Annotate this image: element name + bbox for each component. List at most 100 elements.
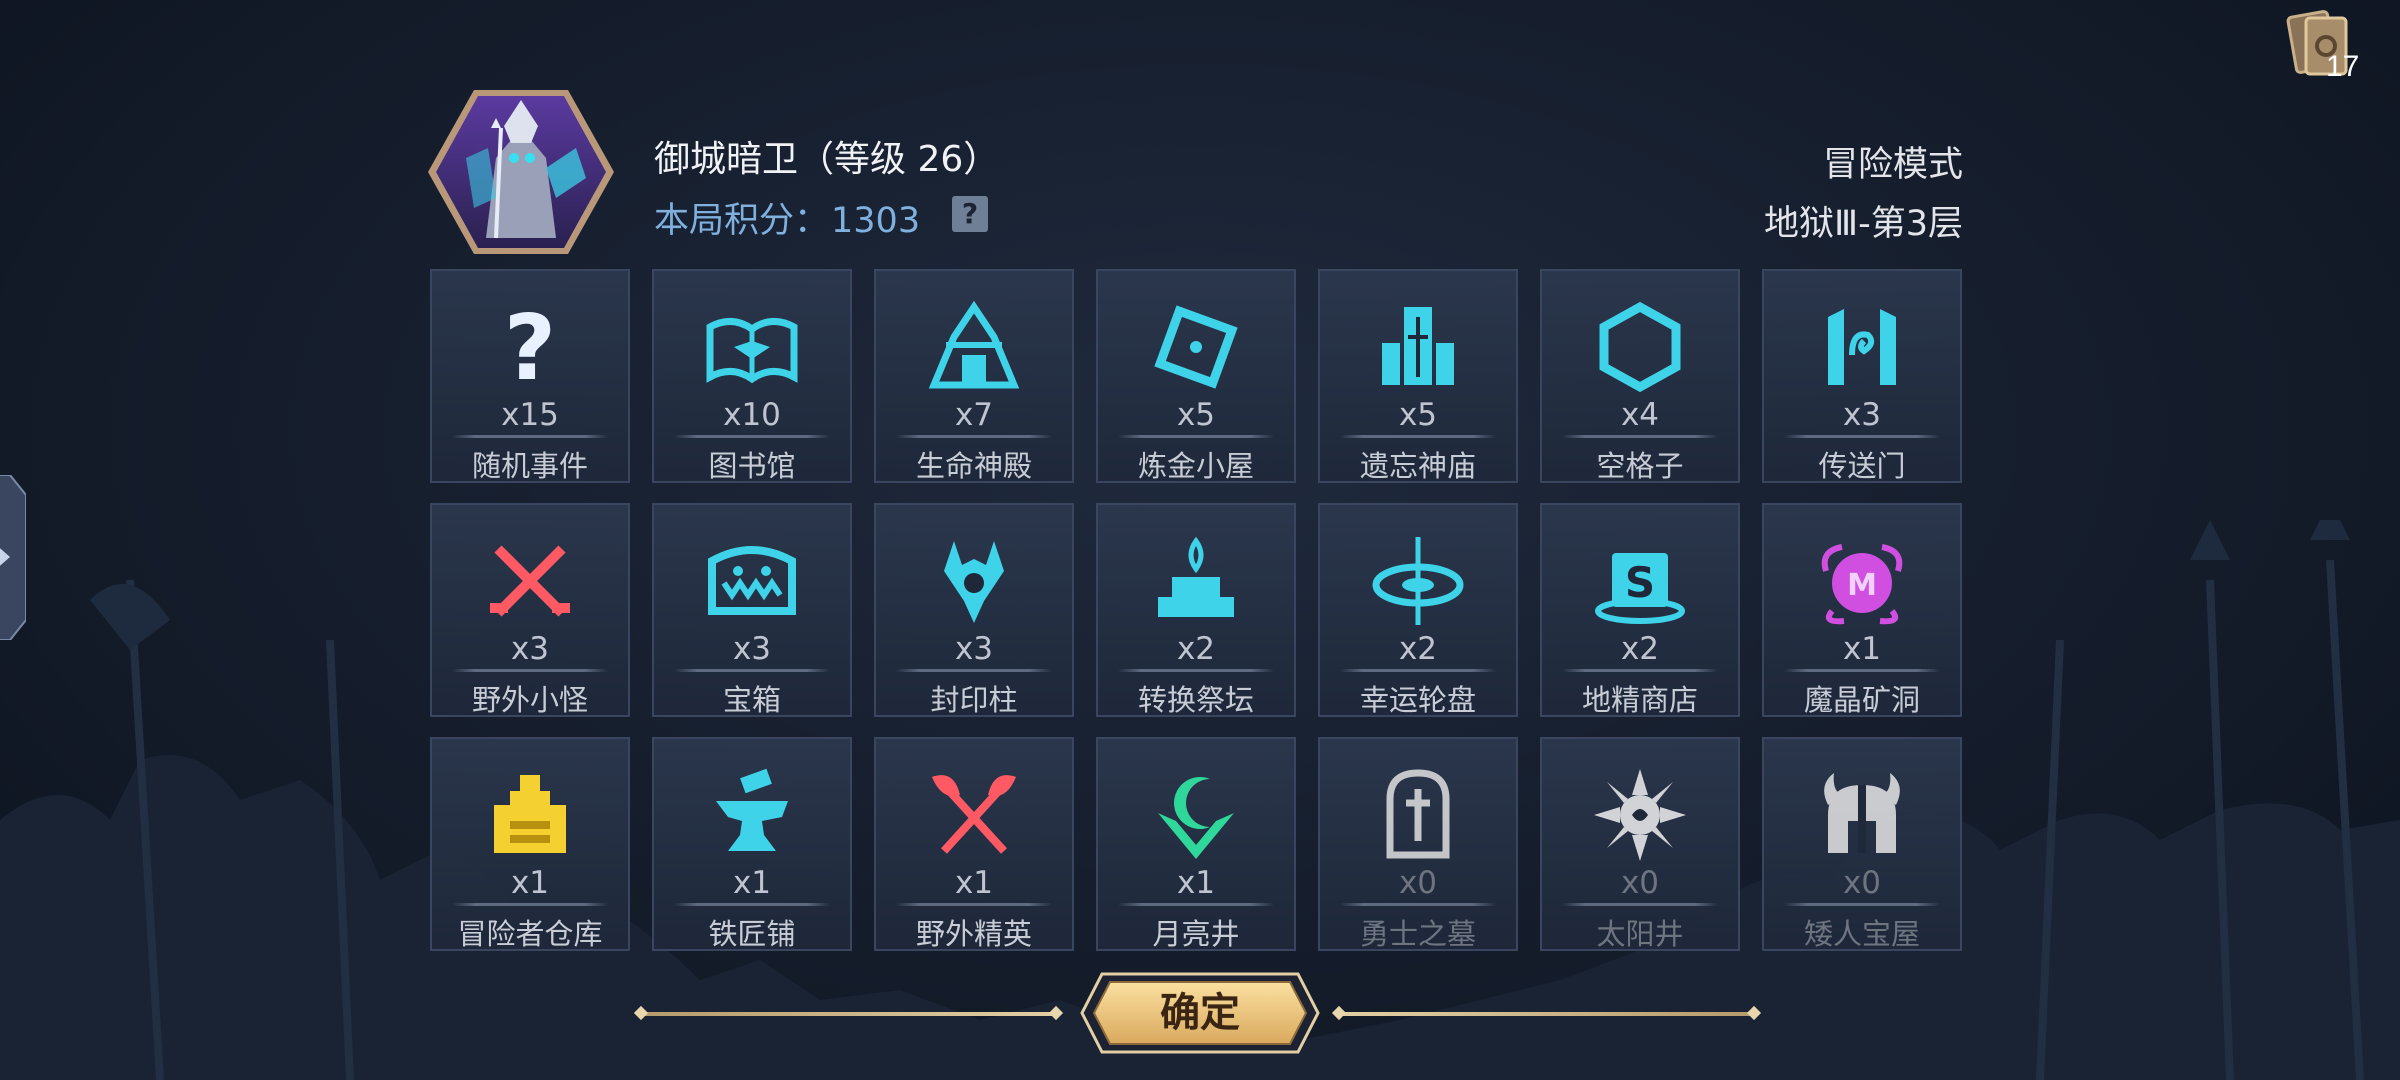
divider-end-right-inner (1331, 1005, 1347, 1021)
cell-count: x3 (1842, 397, 1882, 433)
grid-cell[interactable]: Sx2 地精商店 (1540, 503, 1740, 717)
score-help-button[interactable]: ? (952, 196, 988, 232)
grid-cell[interactable]: Mx1 魔晶矿洞 (1762, 503, 1962, 717)
cell-count: x0 (1620, 865, 1660, 901)
cell-label: 矮人宝屋 (1803, 917, 1920, 951)
deck-count: 17 (2326, 50, 2360, 83)
cell-divider (1562, 903, 1718, 906)
cell-label: 勇士之墓 (1359, 917, 1476, 951)
cell-count: x2 (1398, 631, 1438, 667)
grid-cell[interactable]: x1 铁匠铺 (652, 737, 852, 951)
cell-label: 随机事件 (471, 449, 588, 483)
cell-divider (1784, 435, 1940, 438)
warehouse-icon (480, 765, 580, 865)
moon-well-icon (1146, 765, 1246, 865)
divider-end-left-inner (1048, 1005, 1064, 1021)
crystal-mine-icon: M (1812, 531, 1912, 631)
cell-divider (1340, 435, 1496, 438)
cell-divider (896, 669, 1052, 672)
cell-divider (452, 435, 608, 438)
grid-cell[interactable]: x1 月亮井 (1096, 737, 1296, 951)
cell-count: x5 (1176, 397, 1216, 433)
cell-divider (896, 903, 1052, 906)
cell-divider (674, 669, 830, 672)
divider-left (640, 1012, 1056, 1016)
cell-count: x2 (1176, 631, 1216, 667)
portal-icon (1812, 297, 1912, 397)
grid-cell[interactable]: x3 野外小怪 (430, 503, 630, 717)
grid-cell[interactable]: x3 封印柱 (874, 503, 1074, 717)
cell-label: 炼金小屋 (1137, 449, 1254, 483)
grid-cell[interactable]: x0 太阳井 (1540, 737, 1740, 951)
cell-divider (674, 435, 830, 438)
grid-cell[interactable]: x4 空格子 (1540, 269, 1740, 483)
cell-label: 遗忘神庙 (1359, 449, 1476, 483)
cell-label: 冒险者仓库 (457, 917, 603, 951)
cell-divider (896, 435, 1052, 438)
book-icon (702, 297, 802, 397)
cell-label: 野外精英 (915, 917, 1032, 951)
wheel-icon (1368, 531, 1468, 631)
grid-cell[interactable]: x3 传送门 (1762, 269, 1962, 483)
cell-count: x0 (1842, 865, 1882, 901)
cell-divider (1118, 435, 1274, 438)
cell-count: x1 (954, 865, 994, 901)
grid-cell[interactable]: x0 勇士之墓 (1318, 737, 1518, 951)
cell-divider (1118, 669, 1274, 672)
cell-label: 转换祭坛 (1137, 683, 1254, 717)
cell-divider (1118, 903, 1274, 906)
cell-label: 太阳井 (1596, 917, 1684, 951)
grid-cell[interactable]: x1 野外精英 (874, 737, 1074, 951)
goblin-shop-icon: S (1590, 531, 1690, 631)
grid-cell[interactable]: x5 遗忘神庙 (1318, 269, 1518, 483)
cell-count: x1 (1842, 631, 1882, 667)
cell-count: x3 (954, 631, 994, 667)
grid-cell[interactable]: x3 宝箱 (652, 503, 852, 717)
grid-cell[interactable]: x7 生命神殿 (874, 269, 1074, 483)
confirm-button[interactable]: 确定 (1080, 978, 1320, 1048)
alchemy-icon (1146, 297, 1246, 397)
cell-count: x5 (1398, 397, 1438, 433)
temple-icon (924, 297, 1024, 397)
cell-count: x3 (510, 631, 550, 667)
cell-label: 图书馆 (708, 449, 796, 483)
grid-cell[interactable]: x5 炼金小屋 (1096, 269, 1296, 483)
hero-name: 御城暗卫（等级 26） (654, 139, 1000, 180)
cell-label: 铁匠铺 (708, 917, 796, 951)
divider-right (1338, 1012, 1754, 1016)
grid-cell[interactable]: x10 图书馆 (652, 269, 852, 483)
divider-end-left (633, 1005, 649, 1021)
score-value: 1303 (831, 201, 921, 241)
crossed-axes-icon (924, 765, 1024, 865)
cell-count: x3 (732, 631, 772, 667)
cell-count: x4 (1620, 397, 1660, 433)
cell-label: 魔晶矿洞 (1803, 683, 1920, 717)
score-label: 本局积分： (654, 201, 830, 241)
grid-cell[interactable]: x2 转换祭坛 (1096, 503, 1296, 717)
cell-label: 宝箱 (722, 683, 781, 717)
cell-divider (1784, 903, 1940, 906)
cell-count: x10 (723, 397, 781, 433)
cell-divider (1784, 669, 1940, 672)
grid-cell[interactable]: x1 冒险者仓库 (430, 737, 630, 951)
cell-count: x1 (732, 865, 772, 901)
grid-cell[interactable]: ? x15 随机事件 (430, 269, 630, 483)
treasure-chest-icon (702, 531, 802, 631)
cell-label: 野外小怪 (471, 683, 588, 717)
svg-text:S: S (1625, 558, 1655, 607)
cell-label: 幸运轮盘 (1359, 683, 1476, 717)
cell-divider (452, 903, 608, 906)
divider-end-right (1746, 1005, 1762, 1021)
side-panel-tab[interactable] (0, 475, 26, 640)
crossed-swords-icon (480, 531, 580, 631)
question-icon: ? (480, 296, 580, 401)
cell-count: x7 (954, 397, 994, 433)
cell-divider (1562, 435, 1718, 438)
cell-divider (1340, 669, 1496, 672)
anvil-icon (702, 765, 802, 865)
grid-cell[interactable]: x2 幸运轮盘 (1318, 503, 1518, 717)
hero-portrait[interactable] (426, 88, 616, 256)
grid-cell[interactable]: x0 矮人宝屋 (1762, 737, 1962, 951)
dungeon-level: 地狱Ⅲ-第3层 (1763, 204, 1963, 244)
cell-label: 传送门 (1818, 449, 1906, 483)
